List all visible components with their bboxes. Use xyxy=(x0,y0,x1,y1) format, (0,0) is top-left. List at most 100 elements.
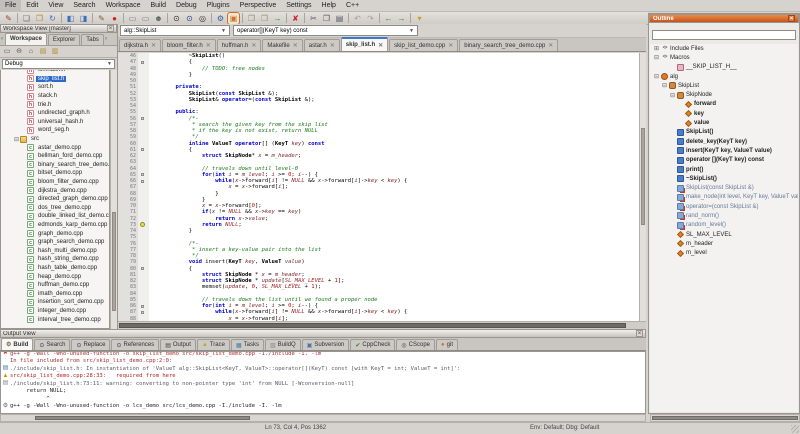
tree-item-heap_demo-cpp[interactable]: c heap_demo.cpp xyxy=(1,272,109,281)
tree-item-imath_demo-cpp[interactable]: c imath_demo.cpp xyxy=(1,289,109,298)
folder2-icon[interactable]: ❐ xyxy=(259,13,270,24)
open-workspace-icon[interactable]: ◧ xyxy=(65,13,76,24)
outline-item-Macros[interactable]: ⊟ <> Macros xyxy=(650,53,798,62)
output-tab-output[interactable]: ▤ Output xyxy=(160,339,196,350)
menu-view[interactable]: View xyxy=(43,0,68,12)
tree-item-edmonds_karp_demo-cpp[interactable]: c edmonds_karp_demo.cpp xyxy=(1,221,109,230)
cut-icon[interactable]: ✂ xyxy=(308,13,319,24)
tree-item-skip_list-h[interactable]: h skip_list.h xyxy=(1,75,109,84)
menu-file[interactable]: File xyxy=(0,0,22,12)
back-icon[interactable]: ← xyxy=(383,13,394,24)
tree-item-double_linked_list_demo-cpp[interactable]: c double_linked_list_demo.cpp xyxy=(1,212,109,221)
tab-scroll-left-icon[interactable]: ‹ xyxy=(0,36,4,42)
copy-icon[interactable]: ❐ xyxy=(321,13,332,24)
resize-grip[interactable] xyxy=(791,425,799,433)
tab-scroll-right-icon[interactable]: › xyxy=(104,36,108,42)
close-tab-icon[interactable]: ✕ xyxy=(330,42,335,49)
outline-item-delete_key-KeyT-key[interactable]: delete_key(KeyT key) xyxy=(650,137,798,146)
debugger-icon[interactable]: ☻ xyxy=(153,13,164,24)
menu-settings[interactable]: Settings xyxy=(281,0,316,12)
forward-icon[interactable]: → xyxy=(396,13,407,24)
edit-config-icon[interactable]: ✎ xyxy=(96,13,107,24)
close-tab-icon[interactable]: ✕ xyxy=(548,42,553,49)
tree-item-stack-h[interactable]: h stack.h xyxy=(1,92,109,101)
outline-item-Include-Files[interactable]: ⊞ <> Include Files xyxy=(650,44,798,53)
tree-item-hash_string_demo-cpp[interactable]: c hash_string_demo.cpp xyxy=(1,255,109,264)
tree-item-dos_tree_demo-cpp[interactable]: c dos_tree_demo.cpp xyxy=(1,204,109,213)
output-tab-buildq[interactable]: ▧ BuildQ xyxy=(264,339,301,350)
outline-item-SkipList[interactable]: ~SkipList() xyxy=(650,174,798,183)
outline-item-SkipList-const-SkipList[interactable]: SkipList(const SkipList &) xyxy=(650,183,798,192)
tree-item-sort-h[interactable]: h sort.h xyxy=(1,83,109,92)
tree-item-integer_demo-cpp[interactable]: c integer_demo.cpp xyxy=(1,307,109,316)
tag-b-icon[interactable]: ▥ xyxy=(50,47,60,57)
tree-item-universal_hash-h[interactable]: h universal_hash.h xyxy=(1,118,109,127)
editor-tab-astar-h[interactable]: astar.h ✕ xyxy=(303,39,340,51)
find-icon[interactable]: ⊙ xyxy=(171,13,182,24)
window2-icon[interactable]: ▭ xyxy=(140,13,151,24)
outline-item-SkipNode[interactable]: ⊟ SkipNode xyxy=(650,90,798,99)
tree-item-interval_tree_demo-cpp[interactable]: c interval_tree_demo.cpp xyxy=(1,315,109,324)
tree-item-directed_graph_demo-cpp[interactable]: c directed_graph_demo.cpp xyxy=(1,195,109,204)
menu-workspace[interactable]: Workspace xyxy=(101,0,146,12)
outline-hscrollbar[interactable] xyxy=(650,414,800,422)
outline-item-make_node-int-level-KeyT-key-ValueT-value[interactable]: make_node(int level, KeyT key, ValueT va… xyxy=(650,193,798,202)
find-resource-icon[interactable]: ◎ xyxy=(197,13,208,24)
menu-debug[interactable]: Debug xyxy=(171,0,202,12)
tab-workspace[interactable]: Workspace xyxy=(5,33,47,45)
close-icon[interactable]: × xyxy=(107,25,114,32)
tree-item-bitset_demo-cpp[interactable]: c bitset_demo.cpp xyxy=(1,169,109,178)
switch-workspace-icon[interactable]: ◨ xyxy=(78,13,89,24)
outline-item-m_header[interactable]: m_header xyxy=(650,239,798,248)
output-line-8[interactable]: ⚙ g++ -g -Wall -Wno-unused-function -o lc… xyxy=(1,403,645,411)
close-tab-icon[interactable]: ✕ xyxy=(206,42,211,49)
output-line-5[interactable]: ▤ ./include/skip_list.h:73:11: warning: c… xyxy=(1,380,645,388)
menu-help[interactable]: Help xyxy=(317,0,341,12)
tree-item-hash_table_demo-cpp[interactable]: c hash_table_demo.cpp xyxy=(1,264,109,273)
tree-item-dijkstra_demo-cpp[interactable]: c dijkstra_demo.cpp xyxy=(1,186,109,195)
build-output[interactable]: ✘ g++ -g -Wall -Wno-unused-function -o sk… xyxy=(0,351,646,414)
outline-item-SL_MAX_LEVEL[interactable]: SL_MAX_LEVEL xyxy=(650,230,798,239)
close-tab-icon[interactable]: ✕ xyxy=(251,42,256,49)
output-line-2[interactable]: In file included from src/skip_list_demo… xyxy=(1,358,645,366)
editor-tab-Makefile[interactable]: Makefile ✕ xyxy=(262,39,303,51)
output-tab-subversion[interactable]: ▣ Subversion xyxy=(301,339,350,350)
output-tab-references[interactable]: ⊙ References xyxy=(111,339,160,350)
scope-select[interactable]: alg::SkipList ▼ xyxy=(120,25,230,36)
link-editor-icon[interactable]: ▭ xyxy=(2,47,12,57)
output-line-7[interactable]: ^ xyxy=(1,395,645,403)
outline-item-operator-const-SkipList[interactable]: operator=(const SkipList &) xyxy=(650,202,798,211)
tree-item-word_seg-h[interactable]: h word_seg.h xyxy=(1,126,109,135)
menu-plugins[interactable]: Plugins xyxy=(202,0,235,12)
outline-item-alg[interactable]: ⊟ alg xyxy=(650,72,798,81)
record-icon[interactable]: ● xyxy=(109,13,120,24)
tree-item-trie-h[interactable]: h trie.h xyxy=(1,100,109,109)
menu-edit[interactable]: Edit xyxy=(21,0,43,12)
bookmark-icon[interactable]: ▾ xyxy=(414,13,425,24)
outline-item-m_level[interactable]: m_level xyxy=(650,249,798,258)
about-icon[interactable]: ✎ xyxy=(3,13,14,24)
close-tab-icon[interactable]: ✕ xyxy=(293,42,298,49)
tag-a-icon[interactable]: ▤ xyxy=(38,47,48,57)
output-tab-tasks[interactable]: ▦ Tasks xyxy=(230,339,264,350)
tree-item-bellman_ford_demo-cpp[interactable]: c bellman_ford_demo.cpp xyxy=(1,152,109,161)
menu-build[interactable]: Build xyxy=(145,0,171,12)
window-icon[interactable]: ▭ xyxy=(127,13,138,24)
editor-tab-skip_list_demo-cpp[interactable]: skip_list_demo.cpp ✕ xyxy=(389,39,459,51)
tab-explorer[interactable]: Explorer xyxy=(47,34,81,45)
menu-perspective[interactable]: Perspective xyxy=(235,0,282,12)
stop-icon[interactable]: ✘ xyxy=(290,13,301,24)
output-line-6[interactable]: return NULL; xyxy=(1,388,645,396)
outline-item-value[interactable]: value xyxy=(650,118,798,127)
editor-vscrollbar[interactable] xyxy=(639,53,646,321)
menu-search[interactable]: Search xyxy=(68,0,100,12)
close-icon[interactable]: × xyxy=(788,15,795,22)
output-hscrollbar[interactable] xyxy=(0,414,646,422)
highlight-icon[interactable]: ▣ xyxy=(227,11,240,25)
workspace-scrollbar[interactable] xyxy=(110,70,117,329)
run-icon[interactable]: → xyxy=(272,13,283,24)
menu-c[interactable]: C++ xyxy=(341,0,364,12)
editor-tab-binary_search_tree_demo-cpp[interactable]: binary_search_tree_demo.cpp ✕ xyxy=(459,39,559,51)
function-select[interactable]: operator[](KeyT key) const ▼ xyxy=(233,25,418,36)
tree-item-huffman_demo-cpp[interactable]: c huffman_demo.cpp xyxy=(1,281,109,290)
